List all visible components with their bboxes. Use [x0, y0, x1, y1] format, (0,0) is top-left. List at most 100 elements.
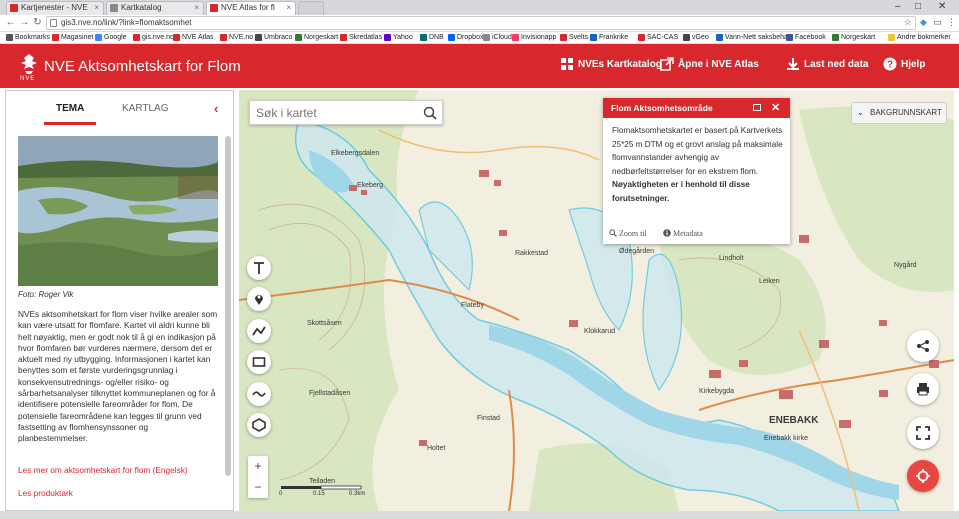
bookmark-item[interactable]: iCloud: [483, 32, 512, 44]
browser-tab-strip: Kartjenester - NVE × Kartkatalog × NVE A…: [0, 0, 959, 15]
bookmark-favicon-icon: [52, 34, 59, 41]
bookmark-favicon-icon: [95, 34, 102, 41]
popup-title: Flom Aktsomhetsområde: [611, 103, 713, 113]
map-search-input[interactable]: [256, 104, 416, 122]
bookmark-item[interactable]: SAC-CAS: [638, 32, 678, 44]
fullscreen-button[interactable]: [907, 417, 939, 449]
bookmark-favicon-icon: [448, 34, 455, 41]
bookmark-item[interactable]: Norgeskart: [295, 32, 338, 44]
close-window-icon[interactable]: ✕: [938, 0, 946, 13]
map-view[interactable]: Elkebergsdalen Ekeberg Rakkestad Klokkarud F…: [239, 90, 954, 511]
bookmark-item[interactable]: Svelts: [560, 32, 588, 44]
maximize-popup-icon[interactable]: [753, 104, 761, 111]
menu-icon[interactable]: ⋮: [946, 17, 957, 28]
browser-tab[interactable]: Kartjenester - NVE ×: [6, 1, 104, 15]
bookmark-item[interactable]: Bookmarks: [6, 32, 50, 44]
share-button[interactable]: [907, 330, 939, 362]
back-icon[interactable]: ←: [4, 16, 17, 29]
map-place-label: Flateby: [461, 302, 484, 309]
close-tab-icon[interactable]: ×: [286, 2, 291, 14]
bookmark-item[interactable]: gis.nve.no: [133, 32, 174, 44]
bookmark-item[interactable]: Norgeskart: [832, 32, 875, 44]
reload-icon[interactable]: ↻: [31, 16, 44, 29]
zoom-to-link[interactable]: Zoom til: [609, 229, 647, 238]
bookmark-favicon-icon: [888, 34, 895, 41]
flood-photo: [18, 136, 218, 286]
map-place-label: Ødegården: [619, 248, 655, 255]
line-tool-button[interactable]: [247, 319, 271, 343]
bookmark-item[interactable]: Facebook: [786, 32, 826, 44]
locate-me-button[interactable]: [907, 460, 939, 492]
zoom-control: + −: [248, 456, 268, 498]
app-title: NVE Aktsomhetskart for Flom: [44, 58, 241, 75]
zoom-in-button[interactable]: +: [248, 456, 268, 476]
bookmark-item[interactable]: Yahoo: [384, 32, 413, 44]
download-data-link[interactable]: Last ned data: [786, 58, 868, 70]
info-popup: Flom Aktsomhetsområde ✕ Flomaktsomhetska…: [603, 98, 790, 244]
freehand-tool-button[interactable]: [247, 382, 271, 406]
close-tab-icon[interactable]: ×: [94, 2, 99, 14]
bookmark-item[interactable]: Andre bokmerker: [888, 32, 951, 44]
bookmark-item[interactable]: NVE Atlas: [173, 32, 214, 44]
collapse-panel-icon[interactable]: ‹: [214, 101, 218, 116]
bookmark-item[interactable]: vGeo: [683, 32, 709, 44]
bookmark-label: Magasinet: [61, 34, 94, 41]
bookmark-item[interactable]: Umbraco: [255, 32, 292, 44]
map-place-label: Rakkestad: [515, 250, 549, 257]
bookmark-item[interactable]: Google: [95, 32, 127, 44]
minimize-icon[interactable]: –: [895, 0, 901, 13]
polyline-icon: [252, 326, 266, 336]
help-link[interactable]: ? Hjelp: [883, 57, 925, 71]
browser-tab-active[interactable]: NVE Atlas for fl ×: [206, 1, 296, 15]
forward-icon[interactable]: →: [18, 16, 31, 29]
extension-icon[interactable]: ▭: [932, 17, 943, 28]
tab-tema[interactable]: TEMA: [56, 103, 84, 114]
read-more-link[interactable]: Les mer om aktsomhetskart for flom (Enge…: [18, 465, 188, 475]
close-popup-icon[interactable]: ✕: [771, 98, 780, 118]
product-sheet-link[interactable]: Les produktark: [18, 488, 73, 498]
new-tab-button[interactable]: [298, 1, 324, 15]
text-tool-button[interactable]: [247, 256, 271, 280]
bookmark-item[interactable]: Dropbox: [448, 32, 483, 44]
bookmark-item[interactable]: Magasinet: [52, 32, 93, 44]
bookmark-star-icon[interactable]: ☆: [902, 17, 913, 28]
background-map-button[interactable]: ⌄ BAKGRUNNSKART: [851, 102, 947, 124]
panel-scrollbar[interactable]: [225, 136, 231, 476]
extension-icon[interactable]: ◆: [918, 17, 929, 28]
bookmark-label: SAC-CAS: [647, 34, 679, 41]
bookmark-favicon-icon: [384, 34, 391, 41]
print-button[interactable]: [907, 373, 939, 405]
bookmark-label: Vann-Nett saksbehan: [725, 34, 792, 41]
bookmark-item[interactable]: Invisionapp: [512, 32, 556, 44]
rectangle-tool-button[interactable]: [247, 350, 271, 374]
bookmark-item[interactable]: Frankrike: [590, 32, 628, 44]
logo-text: NVE: [20, 76, 36, 82]
zoom-out-button[interactable]: −: [248, 477, 268, 497]
address-bar[interactable]: gis3.nve.no/link/?link=flomaktsomhet: [46, 16, 916, 30]
maximize-icon[interactable]: □: [915, 0, 921, 13]
bookmark-label: Bookmarks: [15, 34, 51, 41]
fullscreen-icon: [916, 426, 930, 440]
bookmark-item[interactable]: DNB: [420, 32, 444, 44]
tab-label: NVE Atlas for fl: [221, 3, 275, 12]
metadata-link[interactable]: Metadata: [663, 229, 703, 238]
grid-icon: [561, 58, 573, 70]
bookmark-item[interactable]: Vann-Nett saksbehan: [716, 32, 792, 44]
bookmark-label: Svelts: [569, 34, 589, 41]
browser-tab[interactable]: Kartkatalog ×: [106, 1, 204, 15]
background-map-label: BAKGRUNNSKART: [870, 108, 942, 117]
open-atlas-link[interactable]: Åpne i NVE Atlas: [660, 57, 759, 71]
map-search-box[interactable]: [249, 100, 443, 125]
scale-label: 0.3km: [349, 491, 366, 497]
popup-bold-text: Nøyaktigheten er i henhold til disse for…: [612, 180, 750, 203]
point-tool-button[interactable]: [247, 287, 271, 311]
bookmark-item[interactable]: Skredatlas: [340, 32, 382, 44]
search-icon[interactable]: [423, 106, 437, 120]
bookmark-label: Umbraco: [264, 34, 293, 41]
kartkatalog-link[interactable]: NVEs Kartkatalog: [560, 58, 662, 70]
polygon-tool-button[interactable]: [247, 413, 271, 437]
info-icon: [663, 229, 671, 237]
tab-kartlag[interactable]: KARTLAG: [122, 103, 169, 114]
bookmark-item[interactable]: NVE.no: [220, 32, 253, 44]
close-tab-icon[interactable]: ×: [194, 2, 199, 14]
